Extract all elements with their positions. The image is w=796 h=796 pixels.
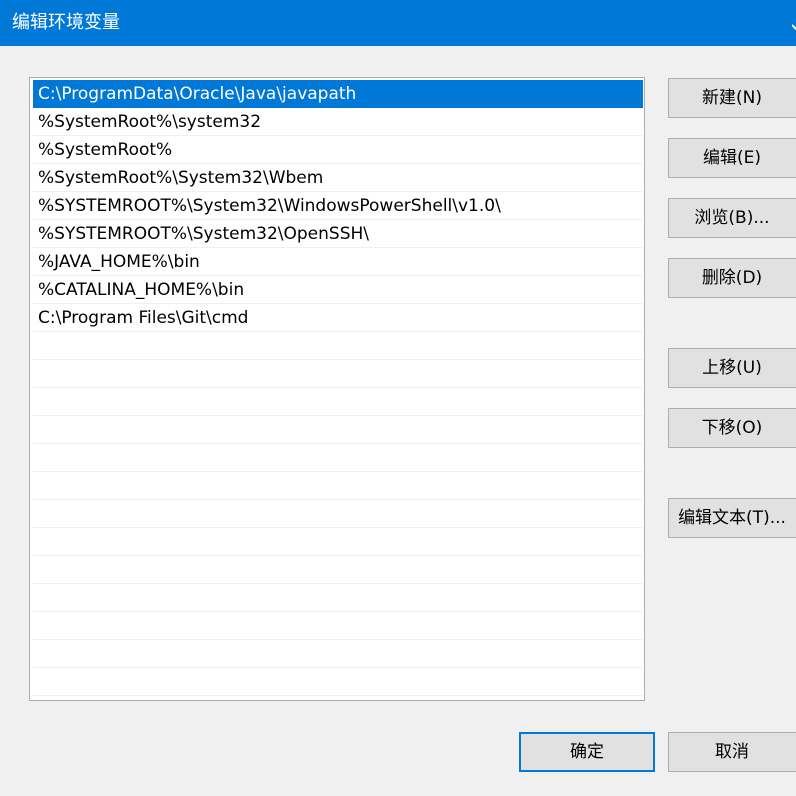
cancel-button[interactable]: 取消 [668, 732, 796, 772]
empty-row[interactable] [33, 360, 643, 388]
empty-row[interactable] [33, 416, 643, 444]
list-item[interactable]: C:\Program Files\Git\cmd [33, 304, 643, 332]
edit-text-button[interactable]: 编辑文本(T)... [668, 498, 796, 538]
empty-row[interactable] [33, 332, 643, 360]
empty-row[interactable] [33, 640, 643, 668]
list-item[interactable]: %SystemRoot% [33, 136, 643, 164]
edit-env-var-dialog: 编辑环境变量 C:\ProgramData\Oracle\Java\javapa… [0, 0, 796, 796]
ok-button[interactable]: 确定 [519, 732, 655, 772]
delete-button[interactable]: 删除(D) [668, 258, 796, 298]
empty-row[interactable] [33, 612, 643, 640]
move-up-button[interactable]: 上移(U) [668, 348, 796, 388]
empty-row[interactable] [33, 584, 643, 612]
empty-row[interactable] [33, 668, 643, 696]
close-icon[interactable] [792, 18, 796, 32]
list-item[interactable]: %CATALINA_HOME%\bin [33, 276, 643, 304]
browse-button[interactable]: 浏览(B)... [668, 198, 796, 238]
list-item[interactable]: %JAVA_HOME%\bin [33, 248, 643, 276]
new-button[interactable]: 新建(N) [668, 78, 796, 118]
list-item[interactable]: %SYSTEMROOT%\System32\OpenSSH\ [33, 220, 643, 248]
move-down-button[interactable]: 下移(O) [668, 408, 796, 448]
empty-row[interactable] [33, 500, 643, 528]
list-item[interactable]: %SystemRoot%\System32\Wbem [33, 164, 643, 192]
title-bar[interactable]: 编辑环境变量 [0, 0, 796, 46]
window-title: 编辑环境变量 [12, 12, 120, 33]
path-list[interactable]: C:\ProgramData\Oracle\Java\javapath %Sys… [29, 77, 645, 701]
empty-row[interactable] [33, 472, 643, 500]
list-item[interactable]: %SYSTEMROOT%\System32\WindowsPowerShell\… [33, 192, 643, 220]
empty-row[interactable] [33, 388, 643, 416]
empty-row[interactable] [33, 528, 643, 556]
list-item[interactable]: %SystemRoot%\system32 [33, 108, 643, 136]
list-item[interactable]: C:\ProgramData\Oracle\Java\javapath [33, 80, 643, 108]
empty-row[interactable] [33, 556, 643, 584]
empty-row[interactable] [33, 444, 643, 472]
edit-button[interactable]: 编辑(E) [668, 138, 796, 178]
